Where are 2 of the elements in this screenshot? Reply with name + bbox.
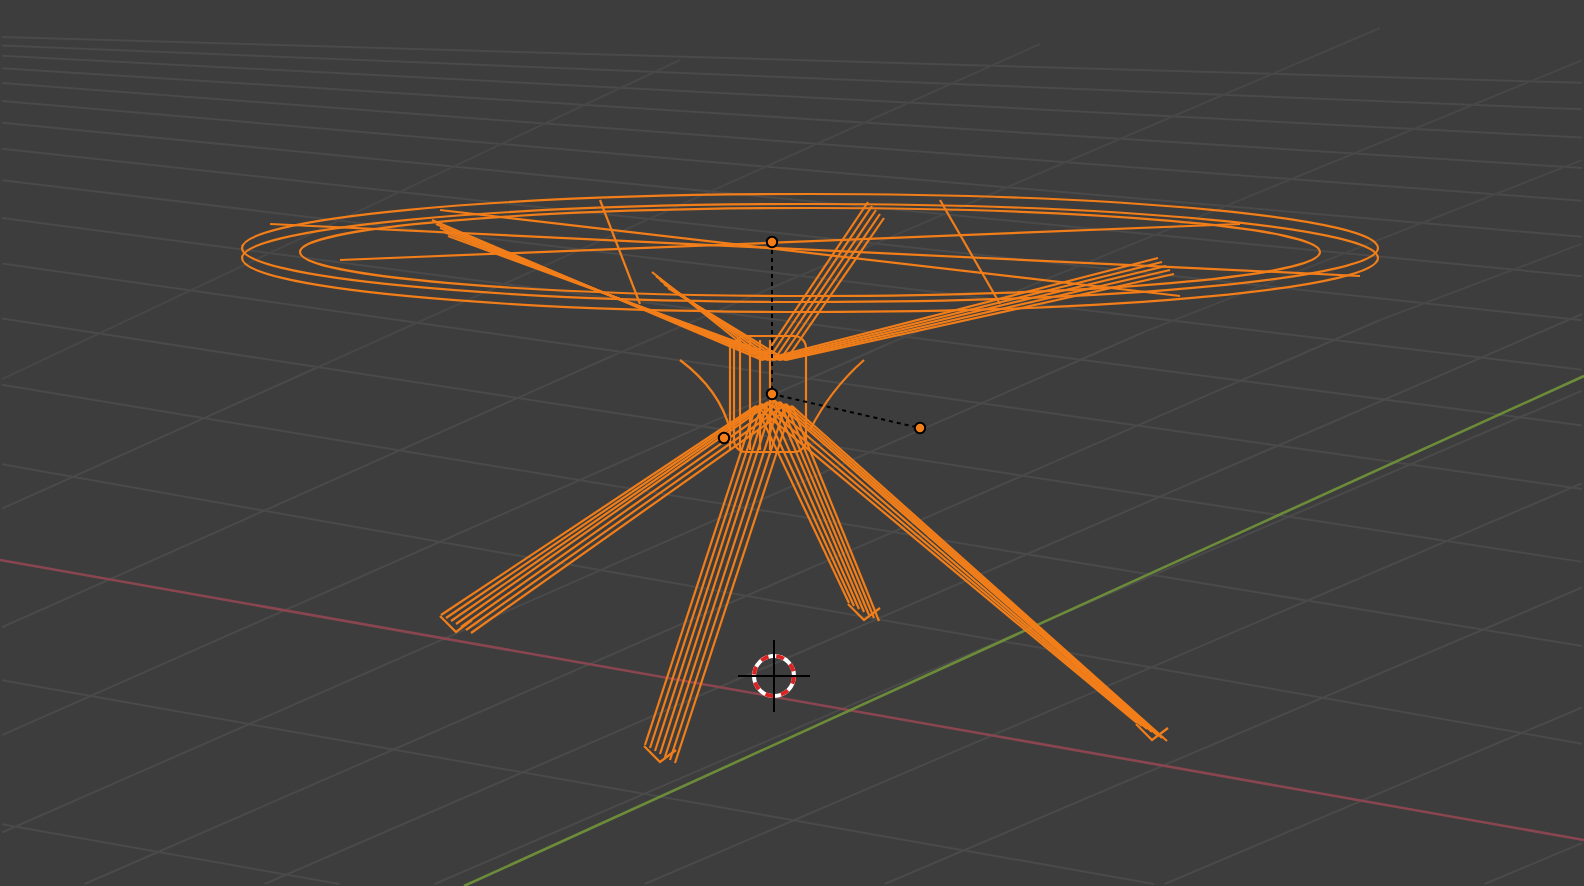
3d-cursor-icon[interactable] bbox=[737, 639, 811, 713]
table-wireframe-drawing[interactable] bbox=[240, 192, 1380, 764]
